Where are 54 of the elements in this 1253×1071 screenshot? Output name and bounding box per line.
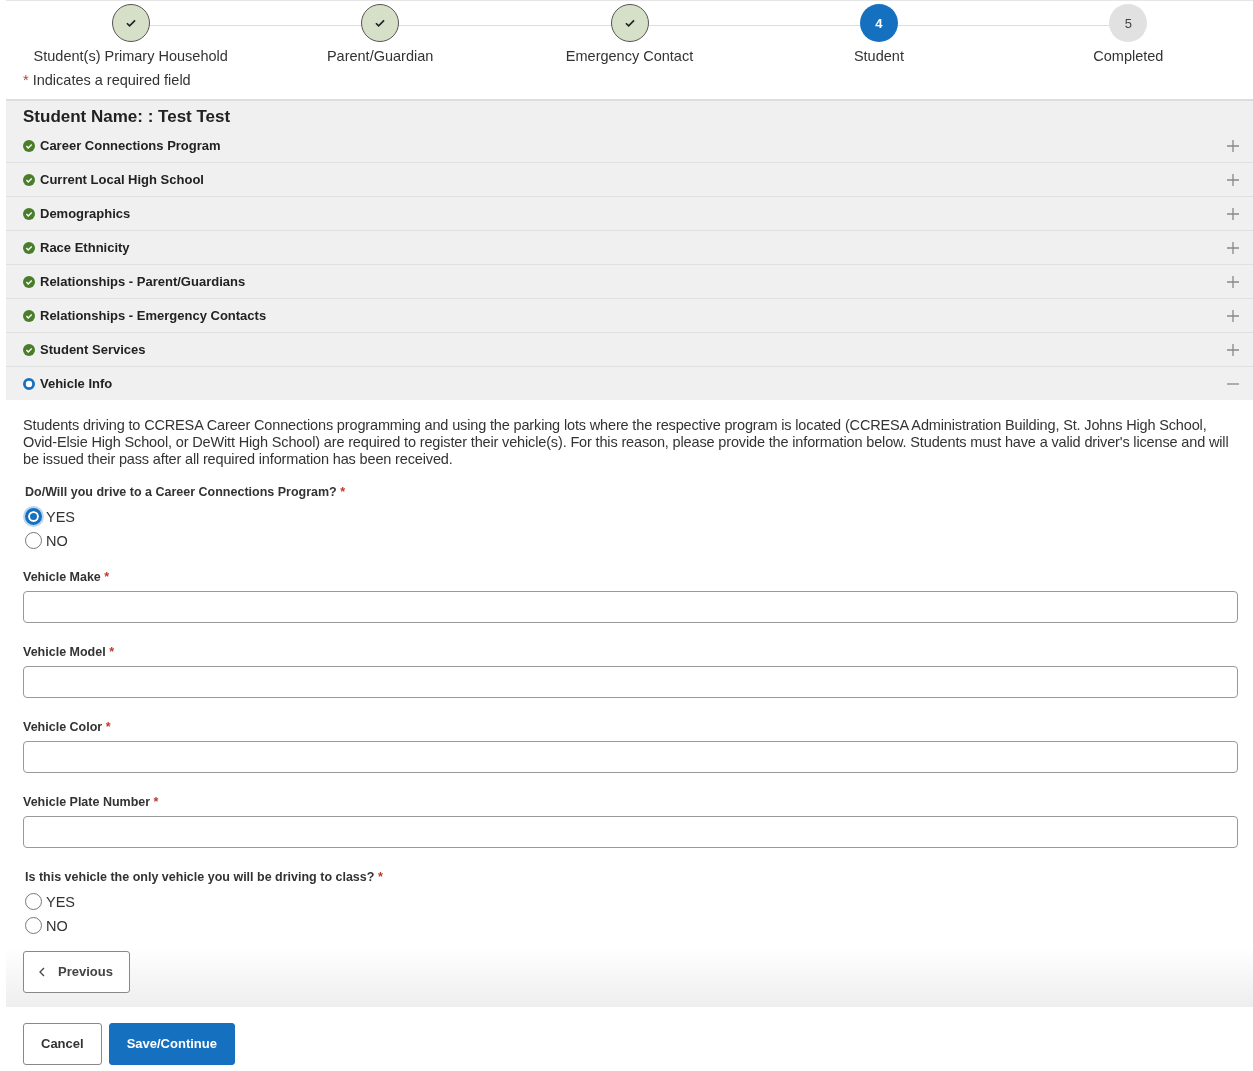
accordion-row[interactable]: Demographics — [6, 197, 1253, 231]
required-mark: * — [377, 869, 383, 884]
required-mark: * — [153, 794, 159, 809]
step-label: Emergency Contact — [565, 48, 694, 64]
expand-icon — [1227, 343, 1239, 356]
required-mark: * — [105, 719, 111, 734]
expand-icon — [1227, 241, 1239, 254]
accordion-row[interactable]: Career Connections Program — [6, 129, 1253, 163]
text-input[interactable] — [23, 815, 1238, 848]
accordion-row[interactable]: Relationships - Parent/Guardians — [6, 265, 1253, 299]
text-input[interactable] — [23, 665, 1238, 698]
step-label: Student — [853, 48, 904, 64]
step-label: Parent/Guardian — [326, 48, 434, 64]
previous-button[interactable]: Previous — [23, 950, 130, 993]
accordion-row[interactable]: Race Ethnicity — [6, 231, 1253, 265]
expand-icon — [1227, 207, 1239, 220]
step-indicator[interactable] — [111, 4, 150, 42]
accordion-row[interactable]: Relationships - Emergency Contacts — [6, 299, 1253, 333]
step-label: Completed — [1093, 48, 1164, 64]
cancel-button[interactable]: Cancel — [23, 1022, 102, 1065]
accordion-row[interactable]: Student Services — [6, 333, 1253, 367]
required-note: Indicates a required field — [31, 72, 191, 88]
field-label: Vehicle Model — [23, 644, 107, 659]
expand-icon — [1227, 173, 1239, 186]
expand-icon — [1227, 309, 1239, 322]
radio-label: NO — [46, 917, 68, 934]
radio-label: YES — [46, 508, 75, 525]
accordion-row[interactable]: Vehicle Info — [6, 367, 1253, 400]
text-input[interactable] — [23, 590, 1238, 623]
step-indicator[interactable] — [610, 4, 649, 42]
radio-label: NO — [46, 532, 68, 549]
required-mark: * — [23, 72, 29, 88]
step-label: Student(s) Primary Household — [33, 48, 228, 64]
required-mark: * — [104, 569, 110, 584]
required-mark: * — [109, 644, 114, 659]
field-label: Do/Will you drive to a Career Connections Program? — [25, 484, 338, 499]
field-label: Vehicle Plate Number — [23, 794, 152, 809]
student-name-heading: Student Name: : Test Test — [22, 106, 232, 128]
chevron-left-icon — [38, 966, 46, 977]
step-indicator[interactable] — [361, 4, 400, 42]
accordion-row[interactable]: Current Local High School — [6, 163, 1253, 197]
step-indicator[interactable]: 4 — [859, 4, 898, 42]
step-indicator[interactable]: 5 — [1109, 4, 1148, 42]
expand-icon — [1227, 275, 1239, 288]
description-text: Students driving to CCRESA Career Connections programming and using the parking lots where the respective program is located (CCRESA Administration Building, St. Johns High School, Ovid-Elsie High School, or DeWitt High School) are required to register their vehicle(s). For this reason, please provide the information below. Students must have a valid driver's license and will be issued their pass after all required information has been received. — [23, 417, 1230, 469]
radio-label: YES — [46, 893, 75, 910]
field-label: Is this vehicle the only vehicle you will be driving to class? — [25, 869, 376, 884]
field-label: Vehicle Color — [23, 719, 104, 734]
radio-button[interactable] — [25, 508, 42, 526]
expand-icon — [1227, 139, 1239, 152]
save-continue-button[interactable]: Save/Continue — [108, 1022, 235, 1065]
field-label: Vehicle Make — [23, 569, 102, 584]
required-mark: * — [340, 484, 346, 499]
text-input[interactable] — [23, 740, 1238, 773]
